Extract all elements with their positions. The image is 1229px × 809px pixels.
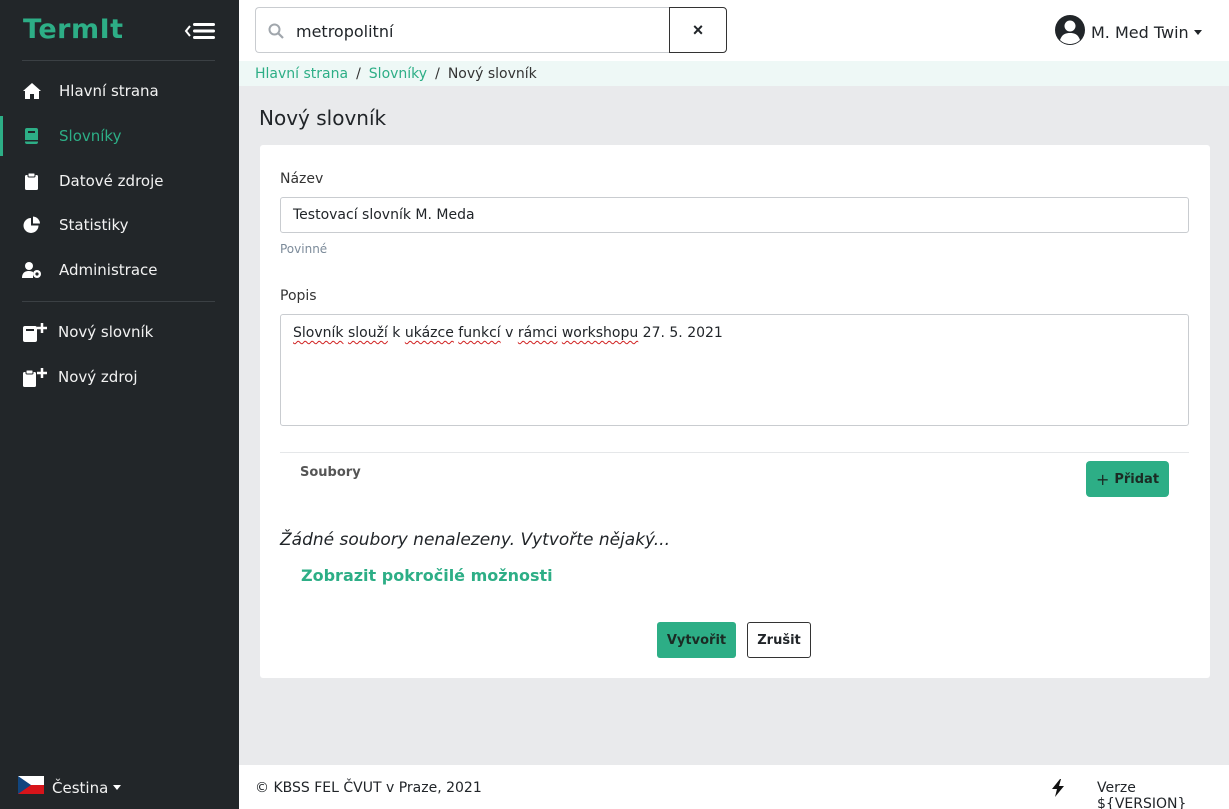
files-section: Soubory + Přidat	[280, 452, 1189, 504]
files-label: Soubory	[300, 465, 361, 480]
add-vocabulary-icon	[22, 323, 48, 342]
sidebar-item-new-resource[interactable]: Nový zdroj	[0, 357, 239, 397]
copyright-text: © KBSS FEL ČVUT v Praze, 2021	[255, 780, 482, 796]
no-files-message: Žádné soubory nenalezeny. Vytvořte nějak…	[280, 530, 670, 550]
breadcrumb-current: Nový slovník	[447, 65, 537, 82]
sidebar-item-label: Nový slovník	[58, 323, 154, 341]
sidebar-item-label: Nový zdroj	[58, 368, 138, 386]
clipboard-icon	[22, 172, 42, 190]
chevron-down-icon	[113, 785, 122, 790]
sidebar-item-new-vocabulary[interactable]: Nový slovník	[0, 312, 239, 352]
advanced-options-link[interactable]: Zobrazit pokročilé možnosti	[301, 566, 553, 585]
description-label: Popis	[280, 288, 317, 304]
pie-chart-icon	[22, 216, 42, 234]
description-textarea[interactable]: Slovník slouží k ukázce funkcí v rámci w…	[280, 314, 1189, 426]
cancel-button[interactable]: Zrušit	[747, 622, 811, 658]
sidebar-item-label: Administrace	[59, 261, 158, 279]
search-clear-button[interactable]: ×	[669, 7, 727, 53]
collapse-sidebar-icon[interactable]	[184, 20, 216, 42]
sidebar-item-vocabularies[interactable]: Slovníky	[0, 116, 239, 156]
name-required-hint: Povinné	[280, 242, 328, 256]
language-selector[interactable]: Čestina	[18, 776, 122, 799]
sidebar-item-label: Hlavní strana	[59, 82, 159, 100]
sidebar-item-label: Statistiky	[59, 216, 129, 234]
book-icon	[22, 127, 42, 145]
czech-flag-icon	[18, 776, 44, 799]
breadcrumb: Hlavní strana / Slovníky / Nový slovník	[239, 61, 1229, 86]
search-icon	[268, 23, 284, 39]
create-button[interactable]: Vytvořit	[657, 622, 736, 658]
add-resource-icon	[22, 368, 48, 387]
sidebar-item-home[interactable]: Hlavní strana	[0, 71, 239, 111]
search-input[interactable]	[296, 18, 656, 44]
user-cog-icon	[22, 261, 42, 279]
breadcrumb-home[interactable]: Hlavní strana	[255, 66, 348, 82]
footer: © KBSS FEL ČVUT v Praze, 2021 Verze ${VE…	[239, 765, 1229, 809]
sidebar-divider	[22, 60, 215, 61]
sidebar-item-statistics[interactable]: Statistiky	[0, 205, 239, 245]
breadcrumb-separator: /	[356, 65, 361, 82]
top-bar: × M. Med Twin	[239, 0, 1229, 61]
breadcrumb-vocabularies[interactable]: Slovníky	[369, 66, 427, 82]
user-menu[interactable]: M. Med Twin	[1054, 14, 1202, 51]
add-file-label: Přidat	[1114, 471, 1160, 487]
search-box	[255, 7, 670, 53]
name-input[interactable]: Testovací slovník M. Meda	[280, 197, 1189, 233]
plus-icon: +	[1095, 469, 1110, 489]
version-text: Verze ${VERSION}	[1097, 780, 1187, 809]
bolt-icon	[1051, 779, 1065, 797]
sidebar: TermIt Hlavní strana Slovníky Datové zdr…	[0, 0, 239, 809]
user-name: M. Med Twin	[1091, 23, 1189, 42]
brand-logo[interactable]: TermIt	[23, 14, 124, 45]
avatar-icon	[1054, 14, 1086, 51]
sidebar-item-label: Datové zdroje	[59, 172, 164, 190]
home-icon	[22, 82, 42, 100]
sidebar-item-resources[interactable]: Datové zdroje	[0, 161, 239, 201]
new-vocabulary-form: Název Testovací slovník M. Meda Povinné …	[260, 145, 1210, 678]
close-icon: ×	[692, 19, 704, 40]
breadcrumb-separator: /	[435, 65, 440, 82]
chevron-down-icon	[1193, 30, 1202, 35]
sidebar-divider	[22, 301, 215, 302]
sidebar-item-administration[interactable]: Administrace	[0, 250, 239, 290]
add-file-button[interactable]: + Přidat	[1086, 461, 1169, 497]
page-title: Nový slovník	[259, 106, 387, 130]
sidebar-item-label: Slovníky	[59, 127, 122, 145]
name-label: Název	[280, 171, 324, 187]
language-label: Čestina	[52, 778, 109, 797]
